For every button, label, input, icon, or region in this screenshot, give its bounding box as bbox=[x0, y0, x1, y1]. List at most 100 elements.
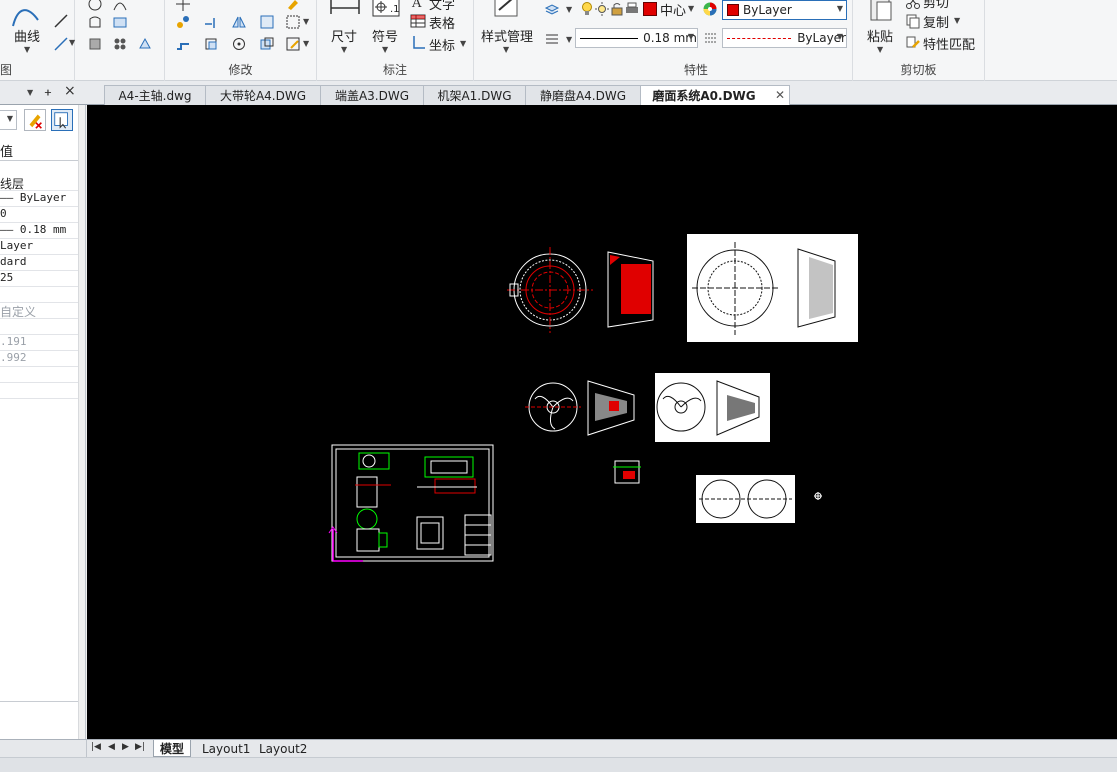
properties-scrollbar[interactable] bbox=[78, 105, 85, 760]
panel-pin-icon[interactable]: ᚐ bbox=[45, 85, 51, 99]
block-icon[interactable] bbox=[112, 14, 128, 30]
text-button-label[interactable]: 文字 bbox=[429, 0, 455, 13]
cut-icon[interactable] bbox=[905, 0, 921, 10]
trim-icon[interactable] bbox=[203, 14, 219, 30]
dimension-button-label[interactable]: 尺寸 bbox=[331, 26, 357, 45]
layer-dropdown-icon[interactable]: ▼ bbox=[688, 4, 694, 13]
clear-selection-icon[interactable] bbox=[24, 109, 46, 131]
layer-manager-dropdown-icon[interactable]: ▼ bbox=[566, 5, 572, 14]
lock-icon[interactable] bbox=[609, 1, 625, 17]
reference-image-3[interactable] bbox=[696, 475, 795, 523]
fillet-dropdown-icon[interactable]: ▼ bbox=[303, 17, 309, 26]
hatch-rect-icon[interactable] bbox=[87, 36, 103, 52]
circle-icon[interactable] bbox=[87, 0, 103, 12]
object-selector-combo[interactable]: ▼ bbox=[0, 110, 17, 130]
property-row[interactable]: —— ByLayer bbox=[0, 191, 79, 207]
reference-image-2[interactable] bbox=[655, 373, 770, 442]
copy-button-label[interactable]: 复制 bbox=[923, 12, 949, 31]
edit-dropdown-icon[interactable]: ▼ bbox=[303, 39, 309, 48]
sun-icon[interactable] bbox=[594, 1, 610, 17]
scale-icon[interactable] bbox=[203, 36, 219, 52]
text-icon[interactable]: A bbox=[410, 0, 426, 10]
move-icon[interactable] bbox=[175, 0, 191, 12]
table-button-label[interactable]: 表格 bbox=[429, 13, 455, 32]
symbol-dropdown-icon[interactable]: ▼ bbox=[382, 45, 388, 54]
array-icon[interactable] bbox=[112, 36, 128, 52]
object-selector-dropdown-icon[interactable]: ▼ bbox=[7, 114, 13, 123]
prev-layout-icon[interactable]: ◀ bbox=[108, 742, 115, 752]
tab-grinding-system[interactable]: 磨面系统A0.DWG ✕ bbox=[640, 85, 790, 105]
symbol-icon[interactable]: .1 bbox=[371, 0, 403, 28]
property-row[interactable]: —— 0.18 mm bbox=[0, 223, 79, 239]
current-layer-name[interactable]: 中心 bbox=[660, 0, 686, 19]
cut-button-label[interactable]: 剪切 bbox=[923, 0, 949, 11]
next-layout-icon[interactable]: ▶ bbox=[122, 742, 129, 752]
line-icon[interactable] bbox=[53, 13, 69, 29]
erase-icon[interactable] bbox=[285, 0, 301, 12]
color-dropdown-icon[interactable]: ▼ bbox=[837, 4, 843, 13]
tab-layout1[interactable]: Layout1 bbox=[196, 740, 256, 757]
printer-icon[interactable] bbox=[624, 1, 640, 17]
assembly-sheet-drawing[interactable] bbox=[328, 444, 494, 562]
copy-dropdown-icon[interactable]: ▼ bbox=[954, 16, 960, 25]
first-layout-icon[interactable]: |◀ bbox=[91, 742, 101, 752]
layer-manager-icon[interactable] bbox=[544, 1, 560, 17]
paste-dropdown-icon[interactable]: ▼ bbox=[877, 45, 883, 54]
last-layout-icon[interactable]: ▶| bbox=[135, 742, 145, 752]
coordinate-dropdown-icon[interactable]: ▼ bbox=[460, 39, 466, 48]
mirror-icon[interactable] bbox=[231, 14, 247, 30]
tab-close-icon[interactable]: ✕ bbox=[775, 88, 785, 102]
tab-frame[interactable]: 机架A1.DWG bbox=[423, 85, 526, 105]
panel-close-icon[interactable]: × bbox=[64, 83, 76, 99]
stretch-icon[interactable] bbox=[175, 36, 191, 52]
property-row[interactable]: .191 bbox=[0, 335, 79, 351]
gear-section-drawing[interactable] bbox=[607, 251, 654, 328]
color-wheel-icon[interactable] bbox=[702, 1, 718, 17]
region-icon[interactable] bbox=[87, 14, 103, 30]
select-objects-icon[interactable] bbox=[51, 109, 73, 131]
tab-end-cap[interactable]: 端盖A3.DWG bbox=[320, 85, 424, 105]
paste-icon[interactable] bbox=[865, 0, 897, 26]
arc-icon[interactable] bbox=[112, 0, 128, 12]
point-marker[interactable] bbox=[814, 492, 822, 500]
tab-layout2[interactable]: Layout2 bbox=[253, 740, 313, 757]
linetype-dropdown-icon[interactable]: ▼ bbox=[837, 32, 843, 41]
color-combo[interactable]: ByLayer ▼ bbox=[722, 0, 847, 20]
match-properties-label[interactable]: 特性匹配 bbox=[923, 34, 975, 53]
property-row[interactable] bbox=[0, 319, 79, 335]
style-manager-label[interactable]: 样式管理 bbox=[481, 26, 533, 45]
explode-icon[interactable] bbox=[259, 36, 275, 52]
reference-image-1[interactable] bbox=[687, 234, 858, 342]
dimension-icon[interactable] bbox=[329, 0, 361, 26]
tab-pulley[interactable]: 大带轮A4.DWG bbox=[205, 85, 321, 105]
property-row[interactable]: 0 bbox=[0, 207, 79, 223]
dimension-dropdown-icon[interactable]: ▼ bbox=[341, 45, 347, 54]
linetype-combo[interactable]: ByLayer ▼ bbox=[722, 28, 847, 48]
paste-button-label[interactable]: 粘贴 bbox=[867, 26, 893, 45]
lineweight-toggle-icon[interactable] bbox=[544, 31, 560, 47]
offset-icon[interactable] bbox=[259, 14, 275, 30]
property-row[interactable] bbox=[0, 287, 79, 303]
drawing-canvas[interactable] bbox=[87, 105, 1117, 739]
impeller-section-drawing[interactable] bbox=[587, 380, 635, 436]
property-row[interactable]: 线层 bbox=[0, 175, 79, 191]
style-manager-icon[interactable] bbox=[491, 0, 523, 24]
rotate-icon[interactable] bbox=[231, 36, 247, 52]
linetype-icon[interactable] bbox=[703, 30, 719, 46]
lineweight-combo[interactable]: 0.18 mm ▼ bbox=[575, 28, 698, 48]
polyline-icon[interactable] bbox=[53, 36, 69, 52]
coordinate-icon[interactable] bbox=[410, 35, 426, 51]
tab-model[interactable]: 模型 bbox=[153, 740, 192, 757]
lineweight-toggle-dropdown-icon[interactable]: ▼ bbox=[566, 35, 572, 44]
property-row[interactable]: Layer bbox=[0, 239, 79, 255]
fillet-icon[interactable] bbox=[285, 14, 301, 30]
bulb-icon[interactable] bbox=[579, 1, 595, 17]
gear-drawing[interactable] bbox=[507, 247, 593, 333]
property-row[interactable] bbox=[0, 367, 79, 383]
panel-menu-icon[interactable]: ▼ bbox=[27, 88, 33, 97]
curve-dropdown-icon[interactable]: ▼ bbox=[24, 45, 30, 54]
tab-static-disc[interactable]: 静磨盘A4.DWG bbox=[525, 85, 641, 105]
lineweight-dropdown-icon[interactable]: ▼ bbox=[688, 32, 694, 41]
small-assembly-drawing[interactable] bbox=[613, 460, 641, 484]
copy-objects-icon[interactable] bbox=[175, 14, 191, 30]
